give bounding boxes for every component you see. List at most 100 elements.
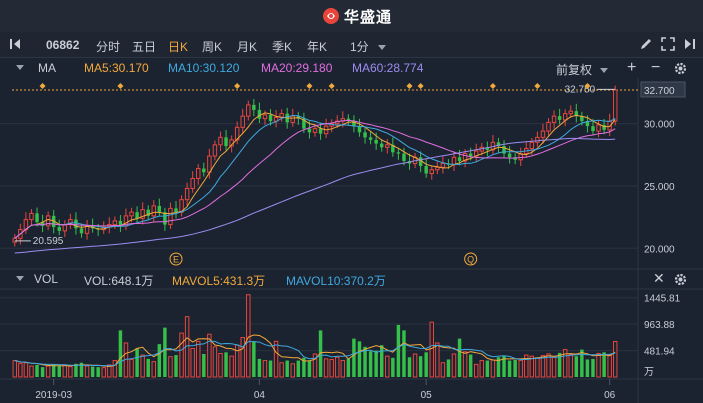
volume-bar xyxy=(218,352,223,378)
candle-body xyxy=(135,212,139,219)
candle-body xyxy=(468,153,473,157)
event-marker-label: Q xyxy=(467,255,474,265)
volume-bar xyxy=(507,360,512,377)
candle-body xyxy=(168,207,173,226)
interval-select[interactable]: 1分 xyxy=(350,38,387,55)
candle-body xyxy=(562,113,568,121)
interval-value: 1分 xyxy=(350,40,369,54)
volume-bar xyxy=(323,358,329,378)
volume-bar xyxy=(385,355,390,378)
fullscreen-icon[interactable] xyxy=(661,37,675,51)
candle-body xyxy=(312,128,318,133)
volume-bar xyxy=(540,355,546,378)
volume-bar xyxy=(246,294,251,378)
collapse-left-icon[interactable] xyxy=(8,35,24,53)
tab-quarterly-k[interactable]: 季K xyxy=(272,38,292,55)
app-logo-text: 华盛通 xyxy=(344,8,393,26)
volume-bar xyxy=(602,352,606,377)
volume-bar xyxy=(513,360,517,377)
time-axis-label: 05 xyxy=(421,390,433,401)
price-axis-label: 30.000 xyxy=(644,120,675,131)
candle-body xyxy=(290,115,295,123)
volume-bar xyxy=(84,365,90,378)
time-axis-label: 2019-03 xyxy=(35,390,72,401)
candle-body xyxy=(396,152,401,154)
candle-body xyxy=(174,208,178,213)
candle-body xyxy=(435,166,440,171)
candle-body xyxy=(45,215,51,227)
candle-body xyxy=(29,212,34,221)
volume-bar xyxy=(135,348,139,377)
volume-bar xyxy=(62,364,68,378)
volume-bar xyxy=(374,350,378,377)
candle-body xyxy=(379,143,384,148)
volume-bar xyxy=(45,365,51,378)
time-axis-label: 04 xyxy=(254,390,266,401)
volume-bar xyxy=(407,357,412,377)
candle-body xyxy=(74,219,78,229)
volume-bar xyxy=(580,349,584,377)
volume-bar xyxy=(35,364,39,377)
candle-body xyxy=(57,227,61,231)
pencil-icon[interactable] xyxy=(639,37,653,51)
tab-monthly-k[interactable]: 月K xyxy=(237,38,257,55)
volume-bar xyxy=(229,355,234,378)
candle-body xyxy=(184,187,190,201)
volume-bar xyxy=(418,356,423,377)
kline-chart[interactable]: 32.700 30.000 25.000 20.000 1445.81 963.88 481… xyxy=(0,58,703,403)
tab-weekly-k[interactable]: 周K xyxy=(202,38,222,55)
candle-body xyxy=(207,155,212,173)
volume-bar xyxy=(140,354,145,378)
volume-bar xyxy=(157,344,162,377)
volume-bar xyxy=(262,360,268,378)
volume-bar xyxy=(429,321,434,378)
volume-bar xyxy=(196,340,201,378)
candle-body xyxy=(190,177,195,189)
tab-five-day[interactable]: 五日 xyxy=(132,38,156,55)
volume-bar xyxy=(424,352,428,377)
volume-bar xyxy=(285,360,289,377)
candle-body xyxy=(357,126,362,133)
volume-bar xyxy=(391,357,395,377)
volume-bar xyxy=(40,367,45,377)
volume-bar xyxy=(440,362,446,378)
volume-bar xyxy=(574,356,579,377)
candle-body xyxy=(551,115,557,123)
volume-bar xyxy=(257,358,262,377)
candle-body xyxy=(252,104,256,110)
candle-body xyxy=(112,220,118,226)
high-price-label: 32.750 xyxy=(565,84,596,95)
tab-daily-k[interactable]: 日K xyxy=(168,38,188,55)
volume-bar xyxy=(29,365,34,378)
candle-body xyxy=(424,166,428,174)
volume-bar xyxy=(90,366,95,377)
candle-body xyxy=(440,163,446,168)
volume-bar xyxy=(435,342,440,378)
collapse-right-icon[interactable] xyxy=(683,37,697,51)
volume-bar xyxy=(352,338,356,377)
stock-code[interactable]: 06862 xyxy=(46,38,79,52)
volume-bar xyxy=(368,351,373,377)
volume-bar xyxy=(485,360,490,377)
volume-bar xyxy=(612,340,618,378)
candle-body xyxy=(129,211,134,217)
volume-bar xyxy=(329,358,334,378)
volume-bar xyxy=(118,330,123,377)
volume-bar xyxy=(146,358,150,377)
candle-body xyxy=(591,126,595,132)
volume-bar xyxy=(23,362,29,378)
candle-body xyxy=(62,224,68,232)
tab-yearly-k[interactable]: 年K xyxy=(307,38,327,55)
volume-bar xyxy=(535,357,540,378)
volume-bar xyxy=(174,355,178,377)
volume-bar xyxy=(163,327,167,377)
volume-bar xyxy=(591,358,595,377)
candle-body xyxy=(202,168,206,173)
volume-bar xyxy=(490,359,496,378)
volume-bar xyxy=(596,352,601,378)
chart-toolbar: 06862 分时 五日 日K 周K 月K 季K 年K 1分 xyxy=(0,32,703,58)
candle-body xyxy=(457,157,462,162)
tab-intraday[interactable]: 分时 xyxy=(96,38,120,55)
candle-body xyxy=(429,169,434,175)
candle-body xyxy=(268,114,273,122)
